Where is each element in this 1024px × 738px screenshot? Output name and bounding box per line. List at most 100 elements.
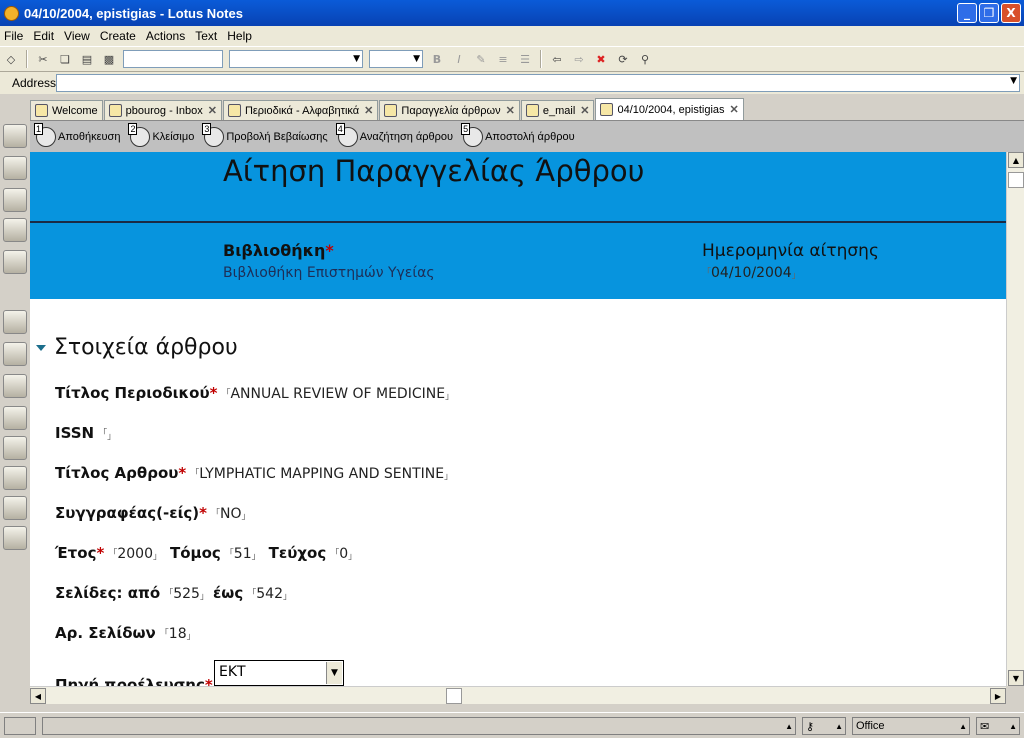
menu-edit[interactable]: Edit xyxy=(33,29,54,43)
close-tab-icon[interactable]: ✕ xyxy=(364,104,373,117)
bold-icon[interactable]: B xyxy=(429,51,445,67)
favorites-icon[interactable] xyxy=(3,496,27,520)
menu-actions[interactable]: Actions xyxy=(146,29,185,43)
address-input[interactable]: ▼ xyxy=(56,74,1020,92)
todo-icon[interactable] xyxy=(3,218,27,242)
stop-icon[interactable]: ✖ xyxy=(593,51,609,67)
internet-icon[interactable] xyxy=(3,436,27,460)
article-title-field[interactable]: LYMPHATIC MAPPING AND SENTINE xyxy=(190,466,453,482)
volume-field[interactable]: 51 xyxy=(225,546,261,562)
page-title: Αίτηση Παραγγελίας Άρθρου xyxy=(223,154,645,188)
minimize-button[interactable]: _ xyxy=(957,3,977,23)
horizontal-scroll-thumb[interactable] xyxy=(446,688,462,704)
shortcut-number: 3 xyxy=(202,122,212,135)
people-icon[interactable] xyxy=(3,526,27,550)
chevron-down-icon[interactable]: ▼ xyxy=(326,662,342,684)
menu-file[interactable]: File xyxy=(4,29,23,43)
tab-welcome[interactable]: Welcome xyxy=(30,100,103,120)
twistie-expanded-icon[interactable] xyxy=(36,344,46,351)
tab-inbox[interactable]: pbourog - Inbox ✕ xyxy=(103,100,222,120)
scroll-right-icon[interactable]: ▶ xyxy=(990,688,1006,704)
volume-label: Τόμος xyxy=(170,544,221,562)
news-icon[interactable] xyxy=(3,466,27,490)
copy-icon[interactable]: ❏ xyxy=(57,51,73,67)
highlight-icon[interactable]: ✎ xyxy=(473,51,489,67)
scroll-left-icon[interactable]: ◀ xyxy=(30,688,46,704)
close-tab-icon[interactable]: ✕ xyxy=(730,103,739,116)
chevron-down-icon[interactable]: ▼ xyxy=(1010,76,1017,86)
paste-special-icon[interactable]: ▩ xyxy=(101,51,117,67)
search-article-button[interactable]: 4 Αναζήτηση άρθρου xyxy=(335,122,453,147)
source-row: Πηγή προέλευσης * xyxy=(55,676,213,686)
library-value: Βιβλιοθήκη Επιστημών Υγείας xyxy=(223,265,435,281)
toolbar-separator xyxy=(26,50,28,68)
forward-icon[interactable]: ⇨ xyxy=(571,51,587,67)
year-field[interactable]: 2000 xyxy=(108,546,162,562)
send-article-button[interactable]: 5 Αποστολή άρθρου xyxy=(461,122,575,147)
cut-icon[interactable]: ✂ xyxy=(35,51,51,67)
menu-text[interactable]: Text xyxy=(195,29,217,43)
replicator-icon[interactable] xyxy=(3,406,27,430)
bullets-icon[interactable]: ≡ xyxy=(495,51,511,67)
issue-field[interactable]: 0 xyxy=(330,546,357,562)
tab-email[interactable]: e_mail ✕ xyxy=(520,100,595,120)
menu-help[interactable]: Help xyxy=(227,29,252,43)
style-combo[interactable] xyxy=(123,50,223,68)
italic-icon[interactable]: I xyxy=(451,51,467,67)
numbering-icon[interactable]: ☰ xyxy=(517,51,533,67)
paste-icon[interactable]: ▤ xyxy=(79,51,95,67)
issn-field[interactable] xyxy=(98,426,116,442)
save-button[interactable]: 1 Αποθήκευση xyxy=(34,122,120,147)
source-select[interactable]: ΕΚΤ ▼ xyxy=(214,660,344,686)
chat-icon[interactable] xyxy=(3,250,27,274)
inbox-status-button[interactable]: ✉ ▲ xyxy=(976,717,1020,735)
maximize-button[interactable]: ❒ xyxy=(979,3,999,23)
address-bar: Address ▼ xyxy=(0,72,1024,94)
close-tab-icon[interactable]: ✕ xyxy=(506,104,515,117)
close-tab-icon[interactable]: ✕ xyxy=(580,104,589,117)
close-document-button[interactable]: 2 Κλείσιμο xyxy=(128,122,195,147)
pages-to-field[interactable]: 542 xyxy=(247,586,292,602)
security-key-button[interactable]: ⚷ ▲ xyxy=(802,717,846,735)
journal-title-field[interactable]: ANNUAL REVIEW OF MEDICINE xyxy=(221,386,454,402)
font-combo[interactable]: ▼ xyxy=(229,50,363,68)
menu-view[interactable]: View xyxy=(64,29,90,43)
tab-article-orders[interactable]: Παραγγελία άρθρων ✕ xyxy=(379,100,520,120)
authors-field[interactable]: NO xyxy=(211,506,251,522)
scroll-down-icon[interactable]: ▼ xyxy=(1008,670,1024,686)
action-label: Κλείσιμο xyxy=(152,130,195,143)
issue-label: Τεύχος xyxy=(268,544,327,562)
databases-icon[interactable] xyxy=(3,310,27,334)
section-article-details[interactable]: Στοιχεία άρθρου xyxy=(36,335,238,360)
num-pages-field[interactable]: 18 xyxy=(160,626,196,642)
open-bookmark-icon[interactable] xyxy=(3,124,27,148)
pages-row: Σελίδες: από 525 έως 542 xyxy=(55,584,292,602)
refresh-icon[interactable]: ⟳ xyxy=(615,51,631,67)
tab-current-document[interactable]: 04/10/2004, epistigias ✕ xyxy=(595,98,744,120)
tab-journals[interactable]: Περιοδικά - Αλφαβητικά ✕ xyxy=(222,100,379,120)
address-book-icon[interactable] xyxy=(3,188,27,212)
menu-create[interactable]: Create xyxy=(100,29,136,43)
scroll-up-icon[interactable]: ▲ xyxy=(1008,152,1024,168)
view-confirmation-button[interactable]: 3 Προβολή Βεβαίωσης xyxy=(202,122,328,147)
status-message[interactable]: ▲ xyxy=(42,717,796,735)
request-date-field[interactable]: 04/10/2004 xyxy=(702,265,801,281)
close-button[interactable]: X xyxy=(1001,3,1021,23)
required-marker: * xyxy=(178,464,187,482)
document-area: Αίτηση Παραγγελίας Άρθρου Βιβλιοθήκη* Βι… xyxy=(30,152,1006,686)
location-selector[interactable]: Office ▲ xyxy=(852,717,970,735)
diamond-icon[interactable]: ◇ xyxy=(3,51,19,67)
horizontal-scrollbar[interactable]: ◀ ▶ xyxy=(30,686,1006,704)
calendar-icon[interactable] xyxy=(3,156,27,180)
font-size-combo[interactable]: ▼ xyxy=(369,50,423,68)
back-icon[interactable]: ⇦ xyxy=(549,51,565,67)
pages-from-field[interactable]: 525 xyxy=(164,586,209,602)
search-icon[interactable]: ⚲ xyxy=(637,51,653,67)
article-title-row: Τίτλος Αρθρου* LYMPHATIC MAPPING AND SEN… xyxy=(55,464,453,482)
vertical-scroll-thumb[interactable] xyxy=(1008,172,1024,188)
chevron-up-icon[interactable]: ▲ xyxy=(785,722,793,731)
close-tab-icon[interactable]: ✕ xyxy=(208,104,217,117)
vertical-scrollbar[interactable]: ▲ ▼ xyxy=(1006,152,1024,686)
workspace-icon[interactable] xyxy=(3,374,27,398)
folder-icon[interactable] xyxy=(3,342,27,366)
